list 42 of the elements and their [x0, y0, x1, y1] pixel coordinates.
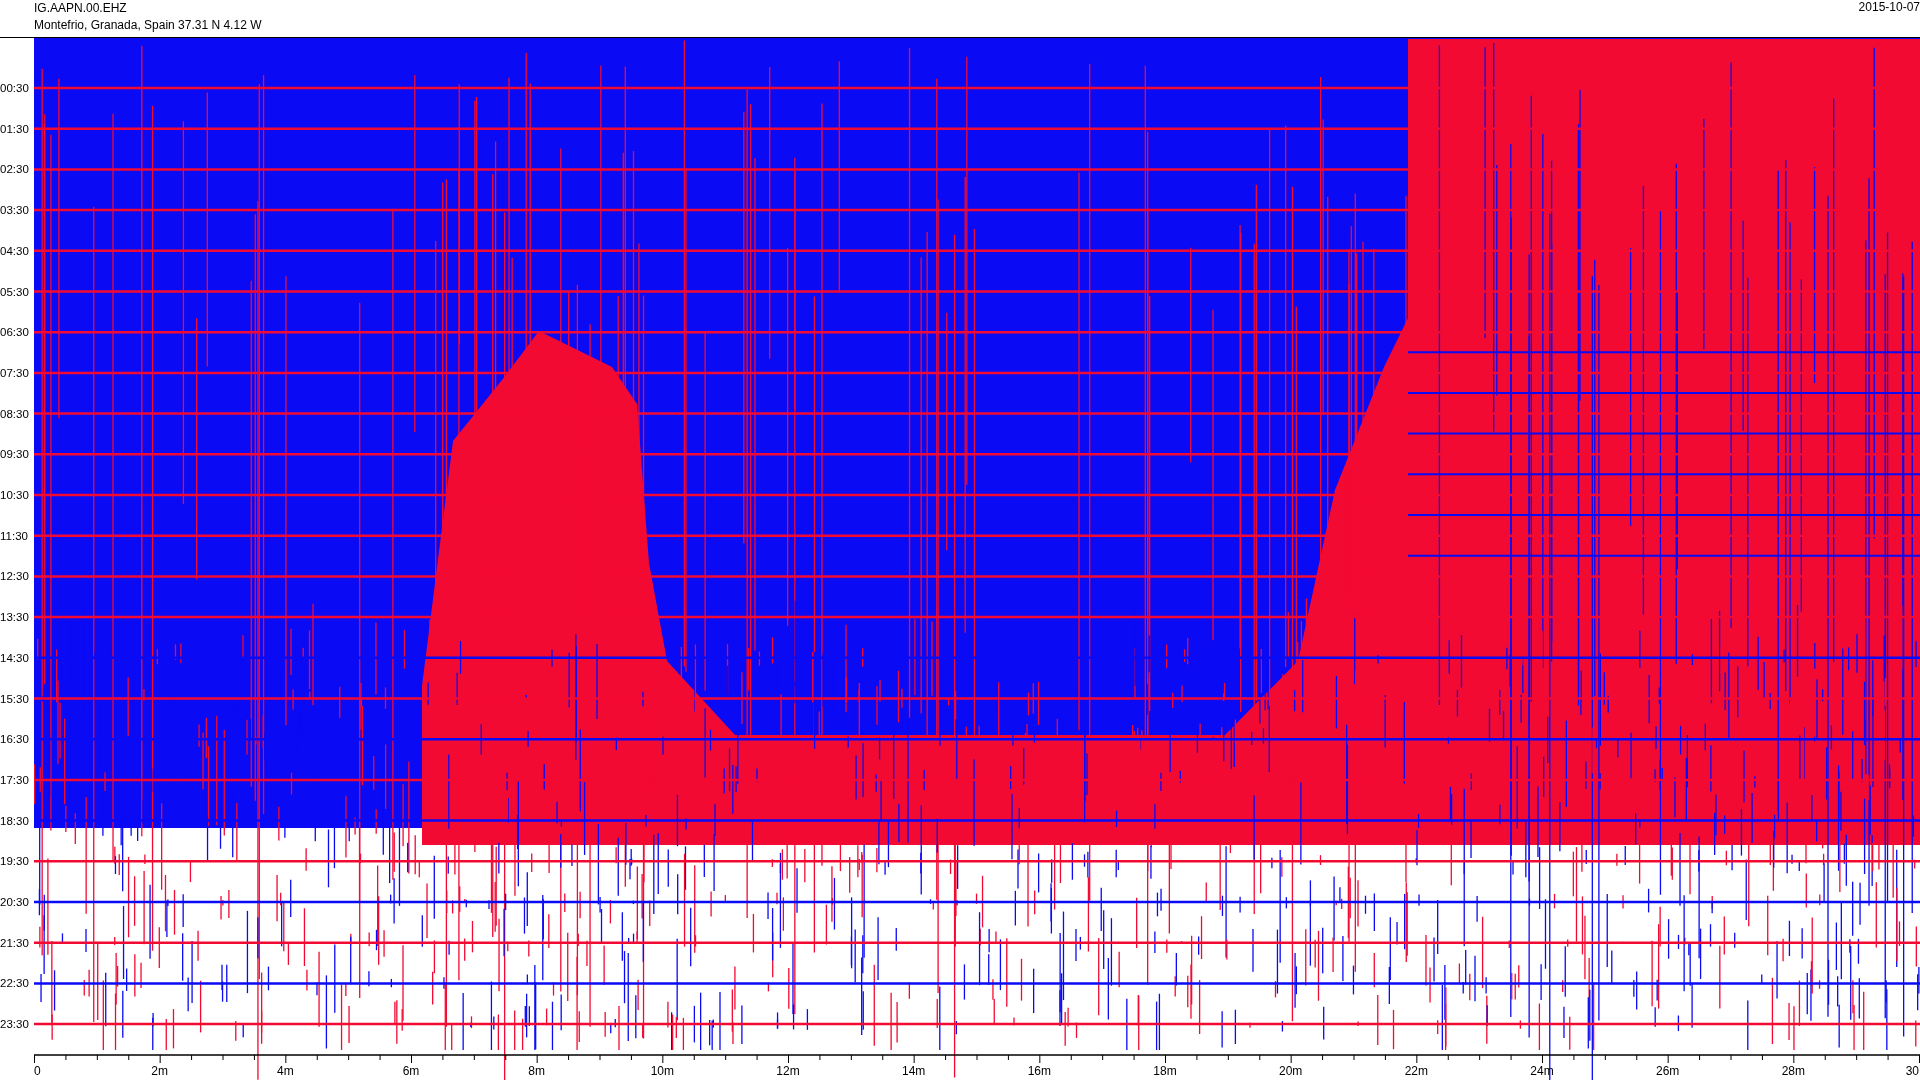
hour-label: 17:30	[0, 772, 29, 787]
hour-label: 04:30	[0, 243, 29, 258]
hour-label: 10:30	[0, 488, 29, 502]
minute-label: 10m	[650, 1064, 674, 1078]
station-code: IG.AAPN.00.EHZ	[34, 1, 128, 16]
hour-label: 07:30	[0, 365, 29, 380]
minute-label: 0	[34, 1064, 41, 1078]
hour-label: 18:30	[0, 813, 29, 828]
hour-label: 01:30	[0, 121, 29, 136]
hour-label: 05:30	[0, 284, 29, 299]
hour-label: 20:30	[0, 895, 29, 909]
hour-label: 00:30	[0, 81, 29, 95]
minute-label: 16m	[1027, 1064, 1051, 1078]
hour-label: 22:30	[0, 976, 29, 991]
hour-label: 21:30	[0, 935, 29, 950]
station-location: Montefrio, Granada, Spain 37.31 N 4.12 W	[34, 18, 262, 33]
minute-label: 26m	[1656, 1064, 1680, 1078]
minute-label: 6m	[402, 1064, 420, 1078]
hour-label: 16:30	[0, 732, 29, 747]
hour-label: 23:30	[0, 1017, 29, 1032]
hour-label: 06:30	[0, 325, 29, 340]
hour-label: 09:30	[0, 447, 29, 462]
minute-label: 12m	[776, 1064, 800, 1078]
minute-label: 14m	[902, 1064, 926, 1078]
minute-label: 28m	[1781, 1064, 1805, 1078]
hour-label: 14:30	[0, 650, 29, 665]
hour-label: 13:30	[0, 610, 29, 625]
minute-label: 22m	[1404, 1064, 1428, 1078]
hour-label: 12:30	[0, 569, 29, 584]
minute-label: 30	[1905, 1064, 1919, 1078]
minute-label: 2m	[151, 1064, 168, 1078]
hour-label: 15:30	[0, 691, 29, 706]
minute-label: 18m	[1153, 1064, 1177, 1078]
plot-date: 2015-10-07	[1858, 0, 1920, 15]
minute-label: 8m	[528, 1064, 545, 1078]
hour-label: 03:30	[0, 203, 29, 218]
hour-label: 08:30	[0, 406, 29, 421]
hour-label: 02:30	[0, 162, 29, 177]
hour-label: 19:30	[0, 854, 29, 869]
minute-label: 20m	[1279, 1064, 1303, 1078]
minute-label: 4m	[277, 1064, 294, 1078]
hour-label: 11:30	[0, 528, 28, 543]
